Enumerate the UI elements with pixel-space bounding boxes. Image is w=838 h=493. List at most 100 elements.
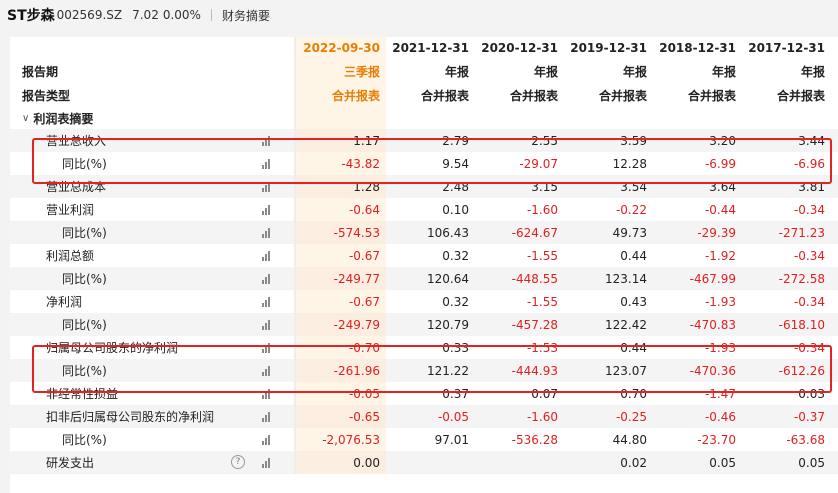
bar-chart-icon[interactable] [262, 227, 270, 238]
report-date-header[interactable]: 2018-12-31 [653, 41, 742, 55]
bar-chart-icon[interactable] [262, 158, 270, 169]
row-chart-button[interactable] [262, 451, 294, 474]
value-text: -0.37 [793, 409, 825, 424]
row-chart-button[interactable] [262, 198, 294, 221]
bar-chart-icon[interactable] [262, 411, 270, 422]
table-row: 研发支出? 0.00 0.02 0.05 0.05 [10, 451, 838, 474]
bar-chart-icon-bar [262, 187, 264, 192]
value-text: 0.05 [709, 455, 736, 470]
value-text: -0.46 [704, 409, 736, 424]
bar-chart-icon[interactable] [262, 365, 270, 376]
bar-chart-icon[interactable] [262, 296, 270, 307]
bar-chart-icon-bar [262, 417, 264, 422]
bar-chart-icon-bar [262, 164, 264, 169]
value-cell: -23.70 [653, 433, 742, 447]
row-chart-button[interactable] [262, 313, 294, 336]
value-text: -0.22 [615, 202, 647, 217]
value-cell: -1.55 [475, 249, 564, 263]
report-date-header[interactable]: 2017-12-31 [742, 41, 831, 55]
value-text: -574.53 [333, 225, 380, 240]
value-text: 2.48 [442, 179, 469, 194]
bar-chart-icon[interactable] [262, 342, 270, 353]
group-title-cell[interactable]: ∨ 利润表摘要 [10, 107, 262, 129]
bar-chart-icon-bar [262, 325, 264, 330]
row-chart-button[interactable] [262, 152, 294, 175]
value-cell: -272.58 [742, 272, 831, 286]
row-label: 非经常性损益 [46, 387, 119, 401]
stock-name[interactable]: ST步森 [7, 5, 55, 25]
row-label-cell: 净利润 [10, 290, 262, 313]
value-cell: -0.05 [386, 410, 475, 424]
bar-chart-icon[interactable] [262, 250, 270, 261]
row-chart-button[interactable] [262, 267, 294, 290]
row-chart-button[interactable] [262, 359, 294, 382]
bar-chart-icon[interactable] [262, 273, 270, 284]
bar-chart-icon-bar [265, 161, 267, 169]
report-date-header[interactable]: 2020-12-31 [475, 41, 564, 55]
report-type-header: 合并报表 [386, 87, 475, 104]
chevron-down-icon[interactable]: ∨ [22, 113, 29, 124]
value-text: -624.67 [511, 225, 558, 240]
value-cell: 106.43 [386, 226, 475, 240]
value-text: -612.26 [778, 363, 825, 378]
row-chart-button[interactable] [262, 382, 294, 405]
bar-chart-icon-bar [262, 394, 264, 399]
header-label-empty [10, 37, 262, 59]
row-chart-button[interactable] [262, 175, 294, 198]
bar-chart-icon[interactable] [262, 181, 270, 192]
value-cell: -63.68 [742, 433, 831, 447]
value-cell: -618.10 [742, 318, 831, 332]
value-cell: 9.54 [386, 157, 475, 171]
report-date-header[interactable]: 2021-12-31 [386, 41, 475, 55]
value-text: 0.44 [620, 248, 647, 263]
bar-chart-icon[interactable] [262, 135, 270, 146]
value-cell: 120.79 [386, 318, 475, 332]
bar-chart-icon[interactable] [262, 457, 270, 468]
value-cell: 1.28 [296, 175, 386, 198]
value-text: -0.44 [704, 202, 736, 217]
value-text: -0.34 [793, 202, 825, 217]
report-period-header: 三季报 [296, 59, 386, 83]
row-chart-button[interactable] [262, 336, 294, 359]
value-text: 120.79 [427, 317, 469, 332]
header-icon-spacer [262, 37, 294, 59]
report-type-header: 合并报表 [742, 87, 831, 104]
section-title[interactable]: 财务摘要 [222, 7, 270, 24]
value-cell: -0.34 [742, 203, 831, 217]
stock-code: 002569.SZ [56, 8, 123, 22]
value-text: -1.60 [526, 202, 558, 217]
row-chart-button[interactable] [262, 221, 294, 244]
row-chart-button[interactable] [262, 428, 294, 451]
value-text: -618.10 [778, 317, 825, 332]
value-text: 123.14 [605, 271, 647, 286]
bar-chart-icon[interactable] [262, 434, 270, 445]
row-chart-button[interactable] [262, 244, 294, 267]
help-icon[interactable]: ? [231, 455, 245, 469]
report-date-header[interactable]: 2019-12-31 [564, 41, 653, 55]
bar-chart-icon[interactable] [262, 319, 270, 330]
value-cell: -0.46 [653, 410, 742, 424]
value-text: -0.25 [615, 409, 647, 424]
bar-chart-icon[interactable] [262, 388, 270, 399]
row-chart-button[interactable] [262, 290, 294, 313]
bar-chart-icon-bar [265, 345, 267, 353]
group-toggle-row[interactable]: ∨ 利润表摘要 [10, 107, 838, 129]
value-text: 3.81 [798, 179, 825, 194]
report-type-text: 合并报表 [331, 88, 380, 103]
report-date-header[interactable]: 2022-09-30 [296, 37, 386, 59]
row-chart-button[interactable] [262, 129, 294, 152]
table-row: 归属母公司股东的净利润 -0.70 0.33 -1.53 0.44 -1.93 -0.34 [10, 336, 838, 359]
value-text: -467.99 [689, 271, 736, 286]
value-cell: 3.20 [653, 134, 742, 148]
period-label: 报告期 [22, 64, 59, 79]
value-text: 0.32 [442, 248, 469, 263]
value-cell: -470.36 [653, 364, 742, 378]
bar-chart-icon[interactable] [262, 204, 270, 215]
row-chart-button[interactable] [262, 405, 294, 428]
value-cell: -1.55 [475, 295, 564, 309]
value-text: 1.28 [353, 179, 380, 194]
bar-chart-icon-bar [265, 299, 267, 307]
bar-chart-icon-bar [265, 437, 267, 445]
report-type-text: 合并报表 [598, 88, 647, 103]
table-row: 同比(%) -43.82 9.54 -29.07 12.28 -6.99 -6.96 [10, 152, 838, 175]
